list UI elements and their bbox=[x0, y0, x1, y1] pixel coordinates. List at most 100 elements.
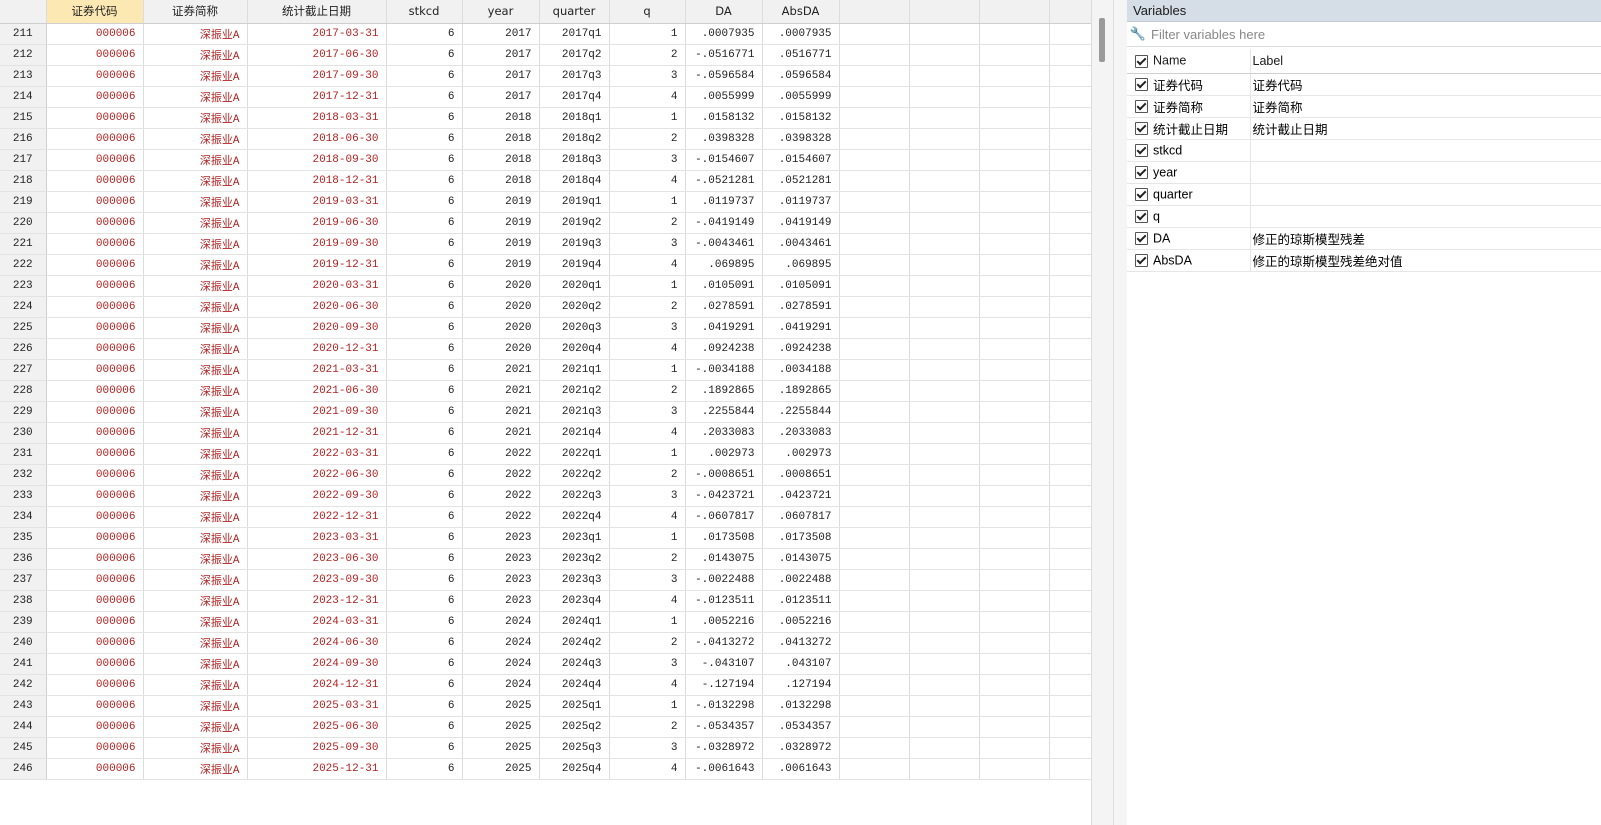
table-cell[interactable]: 6 bbox=[386, 422, 463, 444]
table-cell[interactable]: .0607817 bbox=[762, 506, 840, 528]
table-cell[interactable]: 2024 bbox=[462, 611, 540, 633]
table-cell[interactable]: 2 bbox=[609, 296, 686, 318]
table-cell[interactable]: .0055999 bbox=[762, 86, 840, 108]
table-cell[interactable]: .0419291 bbox=[762, 317, 840, 339]
table-cell[interactable]: -.0123511 bbox=[685, 590, 763, 612]
table-cell[interactable]: 2018 bbox=[462, 128, 540, 150]
row-number[interactable]: 235 bbox=[0, 527, 47, 549]
table-cell[interactable]: .0419149 bbox=[762, 212, 840, 234]
table-cell[interactable]: 2023-03-31 bbox=[247, 527, 387, 549]
table-cell[interactable]: 2020q3 bbox=[539, 317, 610, 339]
table-cell[interactable]: 2024-03-31 bbox=[247, 611, 387, 633]
table-cell[interactable]: 6 bbox=[386, 716, 463, 738]
table-cell[interactable]: 2025-06-30 bbox=[247, 716, 387, 738]
table-cell[interactable]: 深振业A bbox=[143, 527, 248, 549]
table-cell[interactable]: 深振业A bbox=[143, 506, 248, 528]
table-cell[interactable]: 4 bbox=[609, 758, 686, 780]
table-cell[interactable]: 深振业A bbox=[143, 65, 248, 87]
table-cell[interactable]: 2024 bbox=[462, 632, 540, 654]
table-cell[interactable]: 4 bbox=[609, 506, 686, 528]
table-cell[interactable]: 2021-12-31 bbox=[247, 422, 387, 444]
table-cell[interactable]: .0143075 bbox=[762, 548, 840, 570]
table-cell[interactable]: 2021 bbox=[462, 380, 540, 402]
variable-name-cell[interactable]: year bbox=[1127, 161, 1251, 184]
table-cell[interactable]: 2018q3 bbox=[539, 149, 610, 171]
select-all-checkbox[interactable] bbox=[1135, 54, 1148, 68]
column-header[interactable]: quarter bbox=[539, 0, 610, 24]
table-cell[interactable]: .0278591 bbox=[762, 296, 840, 318]
table-cell[interactable]: 6 bbox=[386, 737, 463, 759]
table-cell[interactable]: 2020 bbox=[462, 317, 540, 339]
name-column-header[interactable]: Name bbox=[1127, 49, 1251, 74]
table-cell[interactable]: .069895 bbox=[762, 254, 840, 276]
table-cell[interactable]: 000006 bbox=[46, 254, 144, 276]
table-cell[interactable]: .0043461 bbox=[762, 233, 840, 255]
row-number[interactable]: 238 bbox=[0, 590, 47, 612]
table-cell[interactable]: .0924238 bbox=[762, 338, 840, 360]
row-number[interactable]: 240 bbox=[0, 632, 47, 654]
filter-variables-input[interactable] bbox=[1149, 23, 1601, 45]
table-cell[interactable]: 2017q3 bbox=[539, 65, 610, 87]
table-cell[interactable]: 1 bbox=[609, 695, 686, 717]
table-cell[interactable]: -.127194 bbox=[685, 674, 763, 696]
table-cell[interactable]: 000006 bbox=[46, 632, 144, 654]
row-number[interactable]: 215 bbox=[0, 107, 47, 129]
table-cell[interactable]: 2023-06-30 bbox=[247, 548, 387, 570]
table-cell[interactable]: 6 bbox=[386, 44, 463, 66]
table-cell[interactable]: 深振业A bbox=[143, 191, 248, 213]
table-cell[interactable]: .002973 bbox=[685, 443, 763, 465]
table-cell[interactable]: 2023q1 bbox=[539, 527, 610, 549]
table-cell[interactable]: 2022 bbox=[462, 506, 540, 528]
table-cell[interactable]: .0055999 bbox=[685, 86, 763, 108]
table-cell[interactable]: 6 bbox=[386, 611, 463, 633]
table-cell[interactable]: 2020 bbox=[462, 275, 540, 297]
variable-checkbox[interactable] bbox=[1135, 99, 1148, 113]
table-cell[interactable]: 2023-09-30 bbox=[247, 569, 387, 591]
table-cell[interactable]: 2 bbox=[609, 44, 686, 66]
table-cell[interactable]: 2022q1 bbox=[539, 443, 610, 465]
variable-name-cell[interactable]: stkcd bbox=[1127, 139, 1251, 162]
table-cell[interactable]: 4 bbox=[609, 254, 686, 276]
table-cell[interactable]: 2021 bbox=[462, 422, 540, 444]
table-cell[interactable]: 2023q4 bbox=[539, 590, 610, 612]
table-cell[interactable]: 2017 bbox=[462, 86, 540, 108]
table-cell[interactable]: .0423721 bbox=[762, 485, 840, 507]
table-cell[interactable]: 000006 bbox=[46, 44, 144, 66]
table-cell[interactable]: .2255844 bbox=[685, 401, 763, 423]
table-cell[interactable]: 6 bbox=[386, 590, 463, 612]
row-number[interactable]: 241 bbox=[0, 653, 47, 675]
row-number[interactable]: 231 bbox=[0, 443, 47, 465]
table-cell[interactable]: 2020-09-30 bbox=[247, 317, 387, 339]
table-cell[interactable]: 2019-03-31 bbox=[247, 191, 387, 213]
table-cell[interactable]: -.0413272 bbox=[685, 632, 763, 654]
pane-splitter[interactable] bbox=[1113, 0, 1128, 825]
table-cell[interactable]: 2021 bbox=[462, 359, 540, 381]
table-cell[interactable]: 2022-03-31 bbox=[247, 443, 387, 465]
table-cell[interactable]: -.0534357 bbox=[685, 716, 763, 738]
table-cell[interactable]: .0154607 bbox=[762, 149, 840, 171]
scrollbar-thumb[interactable] bbox=[1099, 18, 1105, 62]
table-cell[interactable]: 深振业A bbox=[143, 149, 248, 171]
table-cell[interactable]: 2020-12-31 bbox=[247, 338, 387, 360]
table-cell[interactable]: 000006 bbox=[46, 233, 144, 255]
table-cell[interactable]: 6 bbox=[386, 128, 463, 150]
table-cell[interactable]: 6 bbox=[386, 464, 463, 486]
row-number[interactable]: 222 bbox=[0, 254, 47, 276]
table-cell[interactable]: 2025q4 bbox=[539, 758, 610, 780]
table-cell[interactable]: 2025 bbox=[462, 695, 540, 717]
table-cell[interactable]: .127194 bbox=[762, 674, 840, 696]
table-cell[interactable]: 6 bbox=[386, 23, 463, 45]
table-cell[interactable]: .0007935 bbox=[762, 23, 840, 45]
table-cell[interactable]: 6 bbox=[386, 443, 463, 465]
table-cell[interactable]: 深振业A bbox=[143, 590, 248, 612]
table-cell[interactable]: .0052216 bbox=[762, 611, 840, 633]
table-cell[interactable]: 2025q3 bbox=[539, 737, 610, 759]
table-cell[interactable]: 6 bbox=[386, 632, 463, 654]
table-cell[interactable]: .2255844 bbox=[762, 401, 840, 423]
table-cell[interactable]: 6 bbox=[386, 296, 463, 318]
table-cell[interactable]: 2024q3 bbox=[539, 653, 610, 675]
table-cell[interactable]: 000006 bbox=[46, 653, 144, 675]
table-cell[interactable]: 6 bbox=[386, 149, 463, 171]
table-cell[interactable]: .0052216 bbox=[685, 611, 763, 633]
table-cell[interactable]: 000006 bbox=[46, 443, 144, 465]
